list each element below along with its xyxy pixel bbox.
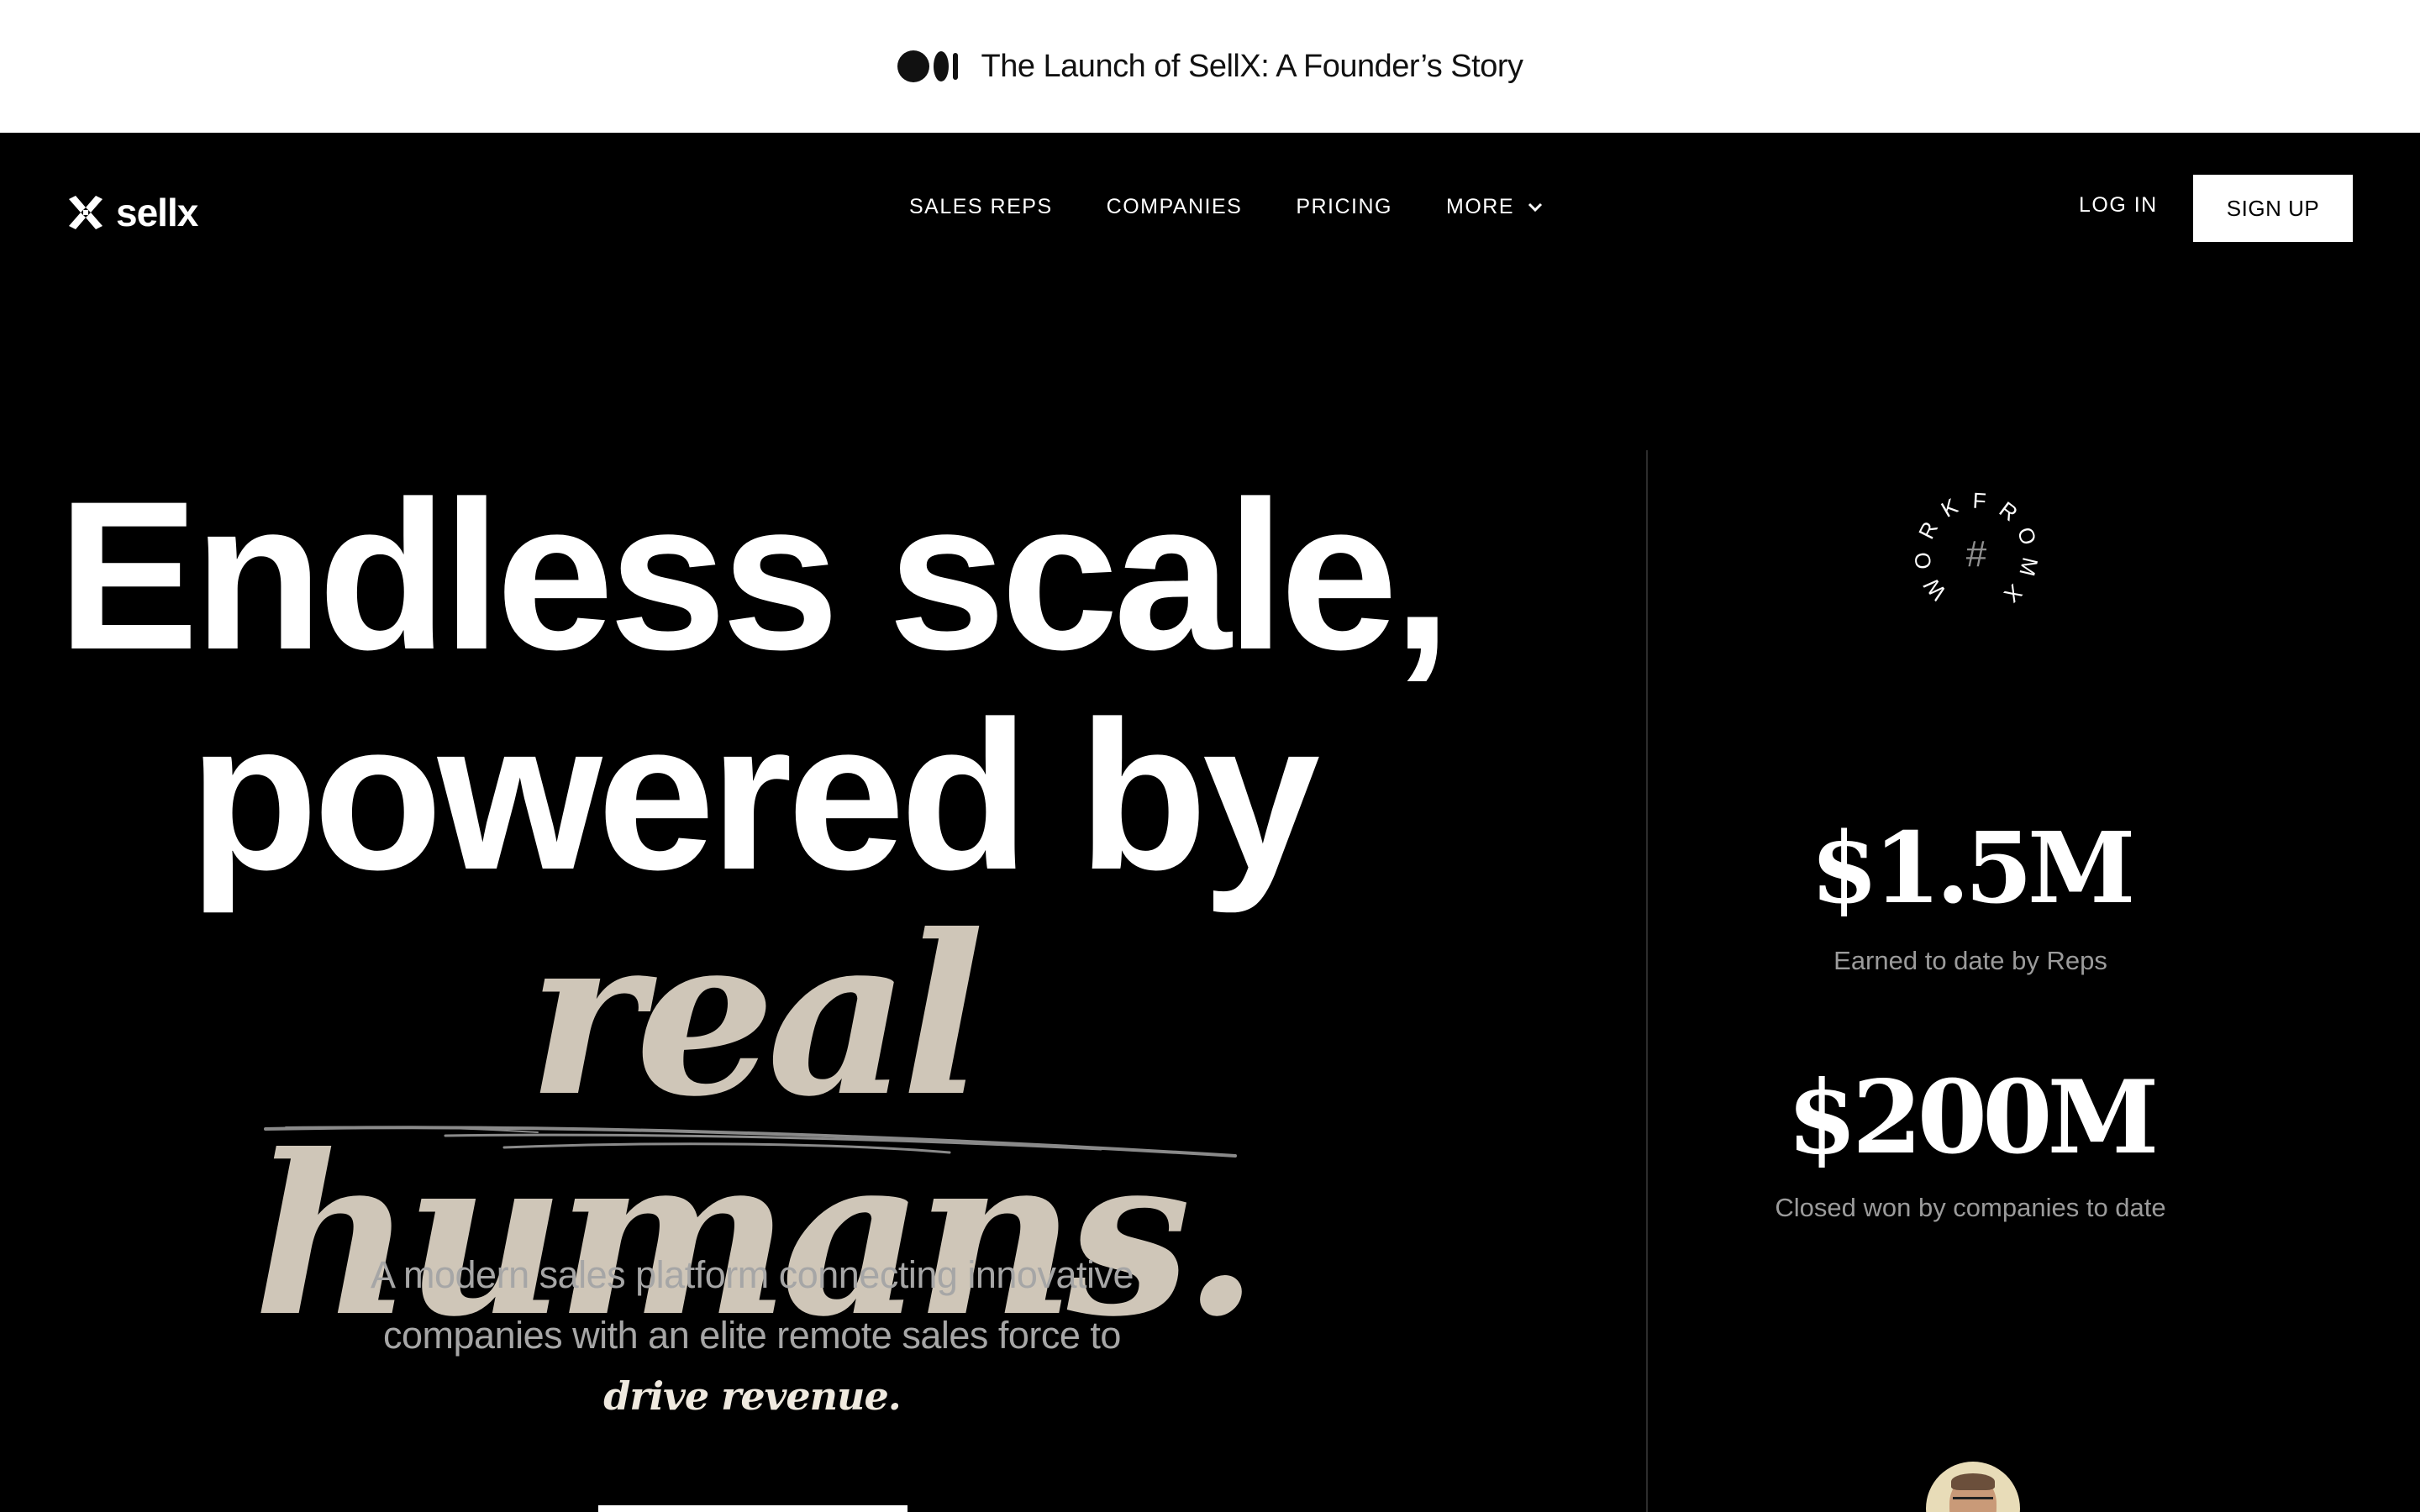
hero-subtitle: A modern sales platform connecting innov… xyxy=(336,1245,1168,1427)
hero-subtitle-emphasis: drive revenue. xyxy=(603,1373,902,1419)
login-link[interactable]: LOG IN xyxy=(2079,193,2158,218)
sellx-logo[interactable]: sellx xyxy=(67,190,198,235)
logo-wordmark: sellx xyxy=(116,191,198,234)
nav-more-label: MORE xyxy=(1446,195,1514,218)
badge-ring-letter: W xyxy=(1918,573,1951,605)
badge-ring-letter: O xyxy=(2012,523,2042,548)
nav-companies-label: COMPANIES xyxy=(1106,195,1243,218)
top-nav: sellx SALES REPS COMPANIES PRICING MORE … xyxy=(0,133,2420,284)
badge-ring-letter: R xyxy=(1995,496,2023,526)
announcement-text: The Launch of SellX: A Founder’s Story xyxy=(981,48,1524,84)
nav-pricing-label: PRICING xyxy=(1296,195,1392,218)
scribble-underline xyxy=(264,1126,1237,1158)
badge-ring-letter: M xyxy=(2014,555,2043,579)
testimonial-avatar xyxy=(1926,1462,2020,1512)
hero-subtitle-text: A modern sales platform connecting innov… xyxy=(370,1253,1134,1357)
announcement-bar[interactable]: The Launch of SellX: A Founder’s Story xyxy=(0,0,2420,133)
column-divider xyxy=(1646,450,1648,1512)
nav-sales-reps-label: SALES REPS xyxy=(909,195,1053,218)
primary-nav: SALES REPS COMPANIES PRICING MORE xyxy=(909,195,1543,219)
signup-button[interactable]: SIGN UP xyxy=(2193,175,2353,242)
hero-line-2: powered by xyxy=(188,678,1320,914)
nav-sales-reps[interactable]: SALES REPS xyxy=(909,195,1053,219)
badge-hash: # xyxy=(1966,533,1987,575)
sellx-mark-icon xyxy=(69,196,103,229)
badge-ring-letter: K xyxy=(1937,493,1963,522)
badge-ring-letter: X xyxy=(1999,580,2027,608)
hero-line-1: Endless scale, xyxy=(57,458,1451,694)
stat-closed-won-value: $200M xyxy=(1786,1058,2160,1177)
workfromx-badge-icon: # WORK F ROMX xyxy=(1909,488,2043,608)
medium-logo-icon xyxy=(897,50,958,82)
nav-companies[interactable]: COMPANIES xyxy=(1107,195,1243,219)
stat-reps-earned-label: Earned to date by Reps xyxy=(1833,946,2107,975)
badge-ring-letter: F xyxy=(1972,488,1987,514)
hero-cta-button[interactable] xyxy=(598,1505,908,1512)
badge-ring-letter: O xyxy=(1909,551,1936,571)
nav-pricing[interactable]: PRICING xyxy=(1296,195,1392,219)
stat-closed-won-label-text: Closed won by companies to date xyxy=(1775,1193,2166,1222)
stat-closed-won-label: Closed won by companies to date xyxy=(1655,1188,2286,1228)
badge-ring-letter: R xyxy=(1913,517,1943,543)
stat-reps-earned-value: $1.5M xyxy=(1810,811,2136,926)
chevron-down-icon xyxy=(1528,202,1543,212)
nav-more-dropdown[interactable]: MORE xyxy=(1446,195,1543,219)
